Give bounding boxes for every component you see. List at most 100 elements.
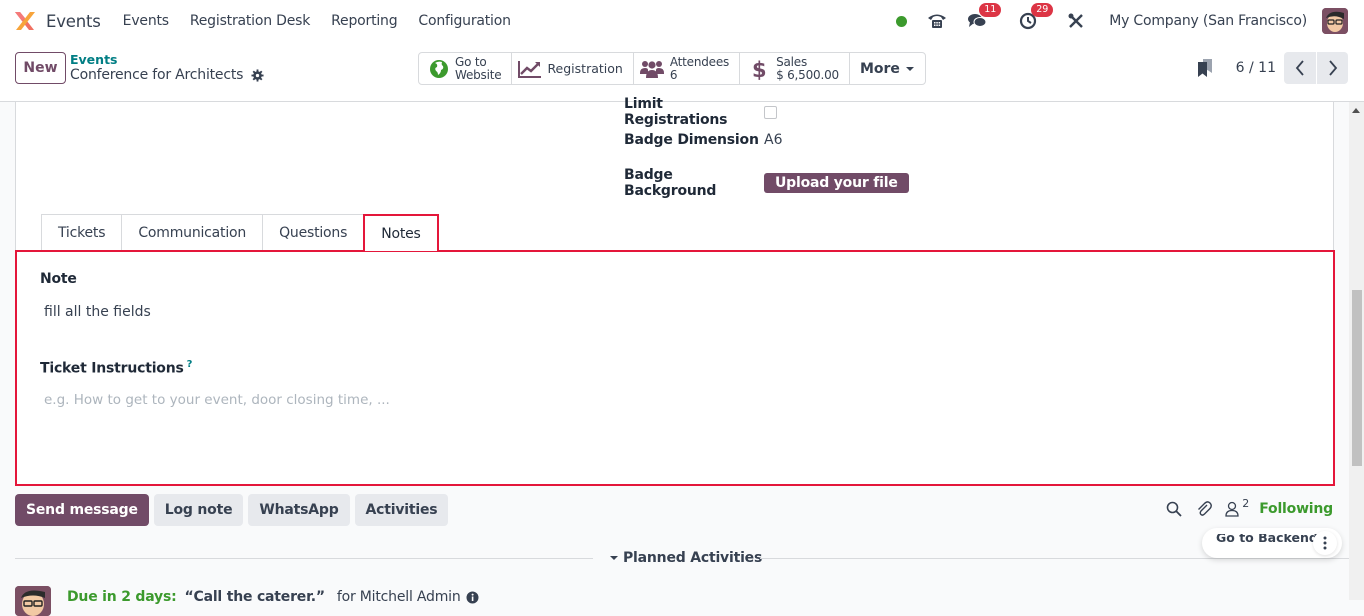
search-icon[interactable] [1166, 501, 1182, 517]
kebab-menu-icon[interactable] [1313, 531, 1337, 555]
sales-button[interactable]: $ Sales $ 6,500.00 [740, 53, 850, 84]
main-menu: Events Registration Desk Reporting Confi… [123, 13, 532, 29]
help-tooltip-icon[interactable]: ? [187, 359, 193, 370]
smart-buttons: Go to Website Registration Attendees 6 $… [418, 52, 926, 85]
events-app-logo-icon [12, 10, 38, 32]
pager: 6 / 11 [1196, 52, 1348, 84]
vertical-scrollbar[interactable] [1349, 102, 1364, 600]
attendees-count: 6 [669, 67, 678, 82]
record-title-row: Conference for Architects [70, 67, 264, 84]
line-chart-icon [518, 60, 542, 78]
menu-reporting[interactable]: Reporting [331, 13, 397, 29]
info-icon[interactable] [466, 591, 479, 604]
tab-communication[interactable]: Communication [121, 214, 264, 251]
planned-activities-title: Planned Activities [623, 550, 763, 566]
limit-registrations-label: Limit Registrations [624, 96, 728, 128]
bookmark-icon[interactable] [1196, 58, 1214, 78]
breadcrumb: Events Conference for Architects [70, 52, 264, 84]
whatsapp-button[interactable]: WhatsApp [248, 494, 350, 526]
divider [760, 558, 1350, 559]
badge-background-label: Badge Background [624, 167, 717, 199]
tab-tickets[interactable]: Tickets [41, 214, 123, 251]
more-label: More [859, 60, 900, 77]
phone-icon [928, 14, 947, 28]
ticket-instructions-label: Ticket Instructions? [40, 359, 192, 377]
activity-item: Due in 2 days: “Call the caterer.” for M… [15, 578, 479, 616]
activity-assignee: for Mitchell Admin [336, 589, 461, 605]
upload-file-button[interactable]: Upload your file [764, 173, 909, 193]
phone-button[interactable] [927, 12, 947, 30]
go-to-backend-button[interactable]: Go to Backend [1216, 534, 1318, 552]
field-badge-dimension: Badge Dimension A6 [624, 132, 782, 148]
app-name: Events [46, 11, 101, 31]
control-panel: New Events Conference for Architects Go … [0, 42, 1364, 102]
scroll-up-arrow-icon[interactable] [1352, 108, 1360, 113]
send-message-button[interactable]: Send message [15, 494, 149, 526]
more-dropdown[interactable]: More [850, 53, 925, 84]
log-note-button[interactable]: Log note [153, 494, 244, 526]
company-switcher[interactable]: My Company (San Francisco) [1109, 13, 1307, 29]
record-title: Conference for Architects [70, 67, 244, 83]
caret-down-icon [610, 556, 618, 560]
field-limit-registrations: Limit Registrations [624, 96, 777, 128]
attendees-label: Attendees [669, 54, 730, 69]
ticket-instructions-label-text: Ticket Instructions [40, 360, 184, 377]
planned-activities-toggle[interactable]: Planned Activities [609, 550, 762, 566]
activities-badge: 29 [1031, 3, 1054, 17]
activities-button[interactable]: Activities [354, 494, 449, 526]
dollar-icon: $ [752, 58, 766, 80]
pager-next-button[interactable] [1316, 52, 1348, 84]
user-avatar[interactable] [1322, 8, 1348, 34]
ticket-instructions-field[interactable]: e.g. How to get to your event, door clos… [44, 392, 1304, 452]
chevron-right-icon [1328, 60, 1337, 76]
activity-user-avatar [15, 586, 51, 616]
users-icon [639, 60, 664, 78]
limit-registrations-checkbox[interactable] [764, 105, 777, 119]
chatter-actions: Send message Log note WhatsApp Activitie… [15, 494, 453, 526]
pager-previous-button[interactable] [1284, 52, 1316, 84]
presence-status-icon [896, 15, 908, 27]
note-field[interactable]: fill all the fields [44, 304, 151, 320]
globe-icon [430, 59, 448, 78]
activity-due: Due in 2 days: [67, 589, 177, 605]
tools-icon [1068, 13, 1084, 28]
following-button[interactable]: Following [1259, 501, 1333, 517]
breadcrumb-parent-link[interactable]: Events [70, 52, 264, 67]
paperclip-icon[interactable] [1196, 500, 1213, 518]
field-badge-background: Badge Background Upload your file [624, 167, 909, 199]
badge-dimension-value[interactable]: A6 [764, 132, 782, 148]
systray: 11 29 My Company (San Francisco) [896, 0, 1348, 42]
notebook-tabs: Tickets Communication Questions Notes [41, 214, 439, 251]
menu-registration-desk[interactable]: Registration Desk [190, 13, 310, 29]
website-line1: Go to [455, 54, 487, 69]
followers-button[interactable]: 2 [1224, 497, 1249, 517]
activity-title: “Call the caterer.” [184, 589, 326, 605]
divider [15, 558, 593, 559]
gear-icon[interactable] [251, 69, 264, 82]
registration-button[interactable]: Registration [512, 53, 634, 84]
attendees-button[interactable]: Attendees 6 [634, 53, 741, 84]
badge-dimension-label: Badge Dimension [624, 132, 759, 148]
activities-button[interactable]: 29 [1019, 3, 1054, 30]
tab-questions[interactable]: Questions [262, 214, 365, 251]
app-brand[interactable]: Events [12, 10, 101, 32]
messages-button[interactable]: 11 [967, 3, 1002, 30]
notes-tab-panel: Note fill all the fields Ticket Instruct… [15, 250, 1335, 486]
followers-count: 2 [1242, 497, 1250, 510]
chevron-left-icon [1295, 60, 1304, 76]
scrollbar-thumb[interactable] [1352, 290, 1362, 466]
top-navbar: Events Events Registration Desk Reportin… [0, 0, 1364, 42]
menu-events[interactable]: Events [123, 13, 169, 29]
sales-label: Sales [776, 54, 808, 69]
caret-down-icon [905, 66, 914, 71]
debug-tools-button[interactable] [1067, 12, 1085, 30]
user-icon [1225, 501, 1239, 517]
go-to-website-button[interactable]: Go to Website [419, 53, 513, 84]
pager-value[interactable]: 6 / 11 [1236, 60, 1276, 76]
registration-label: Registration [547, 61, 623, 76]
menu-configuration[interactable]: Configuration [418, 13, 511, 29]
note-label: Note [40, 271, 77, 287]
tab-notes[interactable]: Notes [363, 214, 439, 251]
go-to-backend-widget: Go to Backend [1202, 528, 1342, 558]
new-button[interactable]: New [15, 52, 66, 84]
